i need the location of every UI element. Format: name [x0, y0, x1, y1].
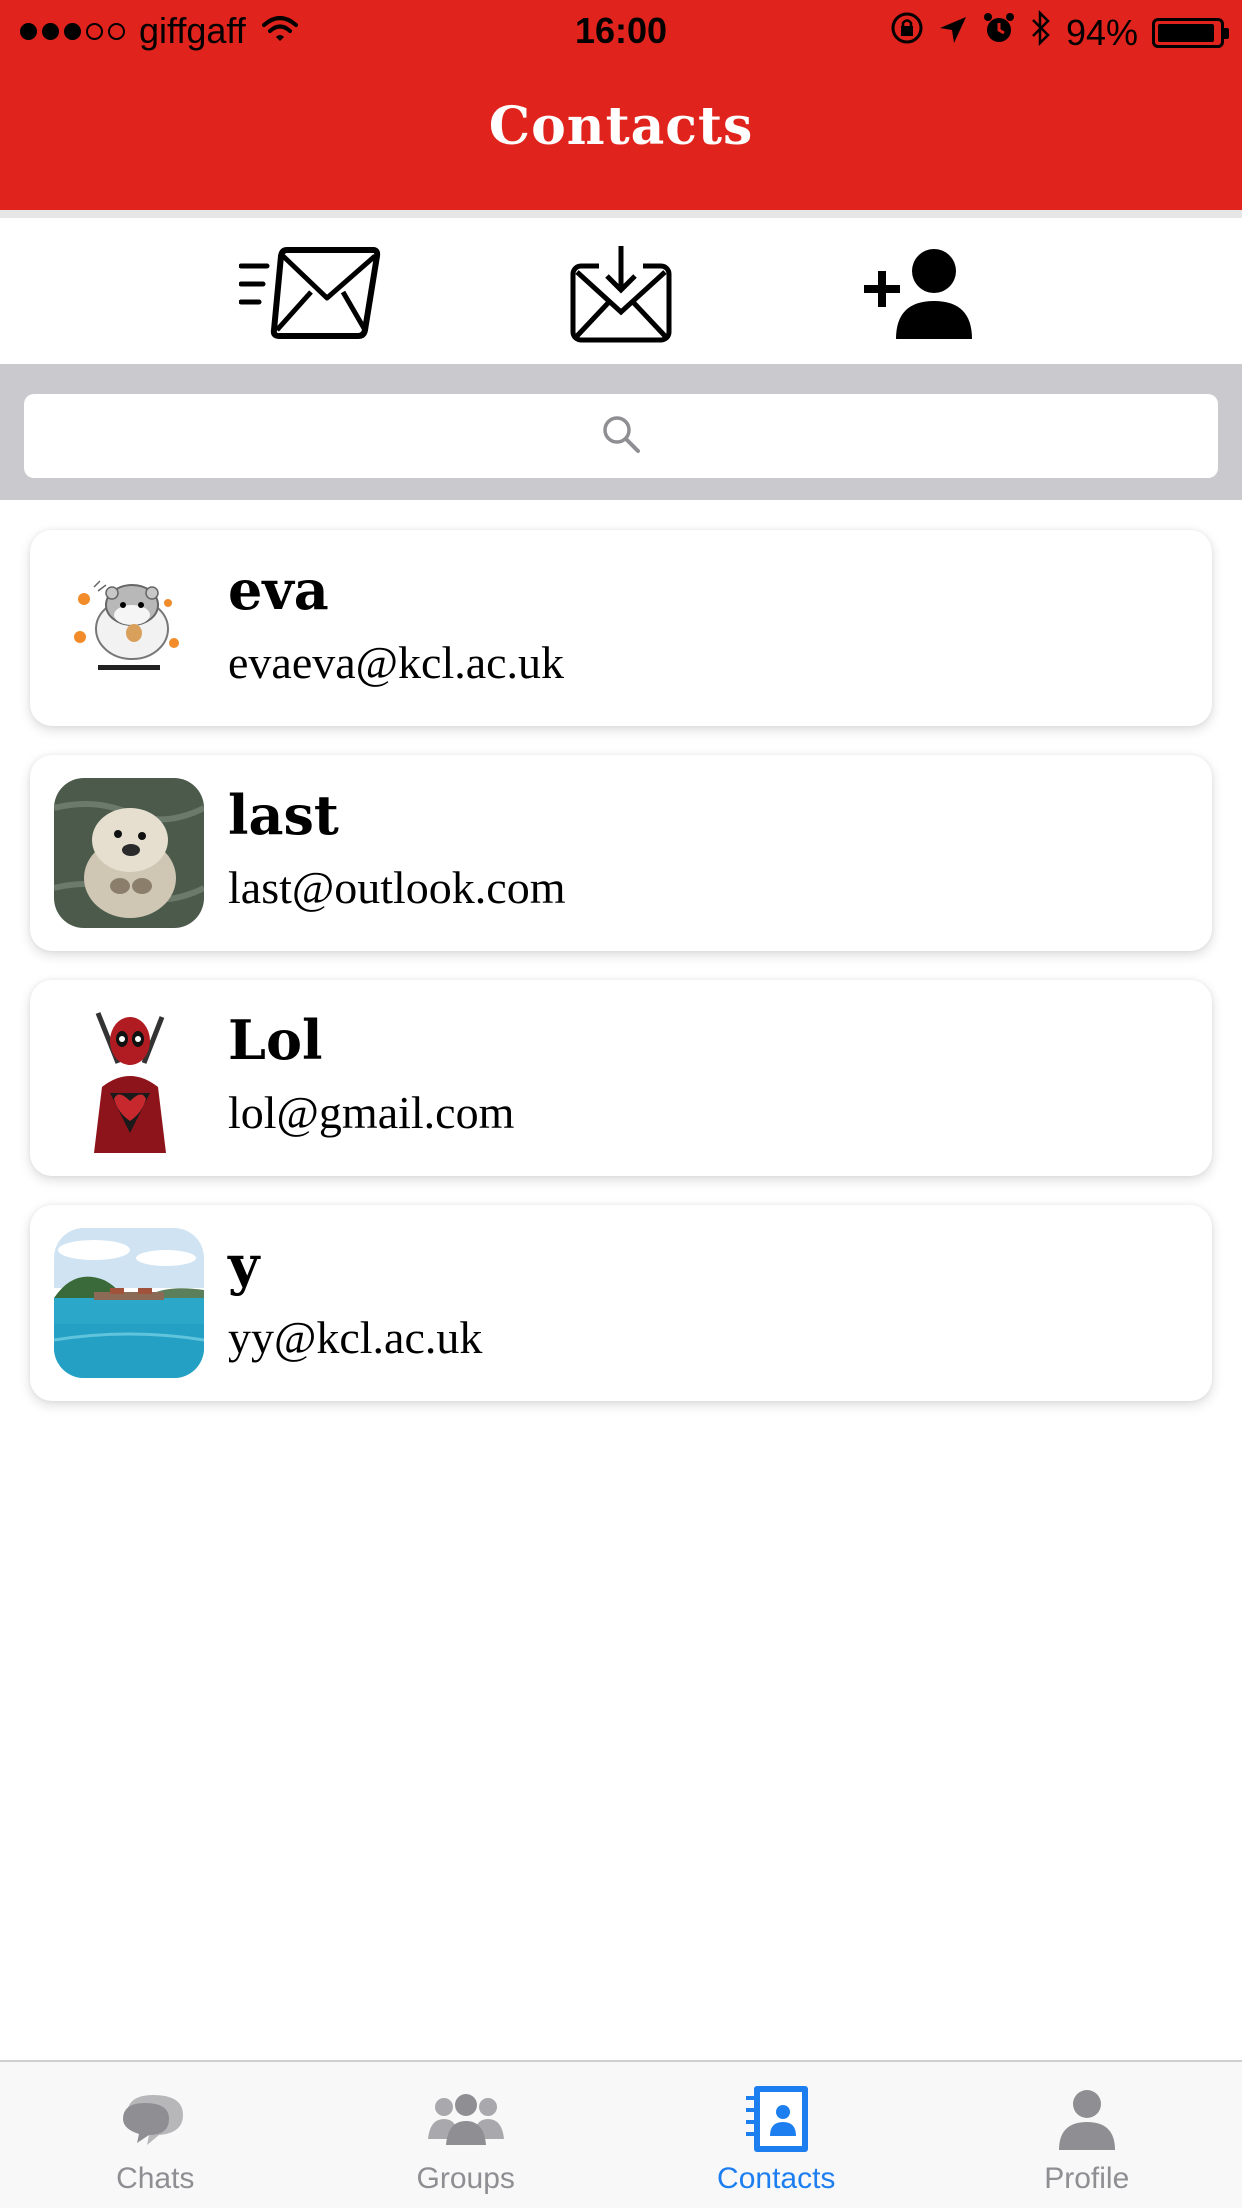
hamster-avatar: [54, 553, 204, 703]
tab-label: Profile: [1044, 2162, 1130, 2195]
status-right: 94%: [890, 9, 1229, 55]
tab-groups[interactable]: Groups: [311, 2062, 622, 2208]
alarm-clock-icon: [982, 11, 1016, 54]
tab-profile[interactable]: Profile: [932, 2062, 1242, 2208]
contact-email: lol@gmail.com: [228, 1087, 515, 1138]
tab-label: Groups: [416, 2162, 515, 2195]
tab-bar: Chats Groups Contacts Profile: [0, 2060, 1242, 2208]
inbox-download-button[interactable]: [546, 244, 696, 349]
send-mail-icon: [238, 246, 381, 347]
tab-chats[interactable]: Chats: [0, 2062, 311, 2208]
contact-card[interactable]: eva evaeva@kcl.ac.uk: [30, 530, 1212, 726]
status-bar: giffgaff 16:00 94%: [0, 0, 1242, 60]
bluetooth-icon: [1030, 9, 1052, 55]
contact-name: last: [228, 783, 339, 847]
search-input[interactable]: [24, 394, 1222, 480]
group-people-icon: [426, 2084, 506, 2154]
page-title: Contacts: [488, 96, 754, 157]
person-icon: [1055, 2084, 1119, 2154]
contacts-book-icon: [740, 2084, 812, 2154]
otter-avatar: [54, 778, 204, 928]
contact-name: Lol: [228, 1008, 323, 1072]
contact-card[interactable]: Lol lol@gmail.com: [30, 980, 1212, 1176]
search-field-container[interactable]: [24, 394, 1222, 480]
contact-name: y: [228, 1233, 260, 1297]
contact-email: evaeva@kcl.ac.uk: [228, 637, 565, 688]
add-contact-button[interactable]: [843, 246, 993, 346]
chat-bubbles-icon: [119, 2084, 191, 2154]
add-contact-icon: [862, 247, 974, 346]
contact-name: eva: [228, 558, 329, 622]
tab-label: Contacts: [717, 2162, 836, 2195]
lake-avatar: [54, 1228, 204, 1378]
location-arrow-icon: [938, 12, 968, 54]
contact-list: eva evaeva@kcl.ac.uk last last@outlook.c…: [30, 530, 1212, 1430]
contact-email: last@outlook.com: [228, 862, 566, 913]
tab-contacts[interactable]: Contacts: [621, 2062, 932, 2208]
contact-email: yy@kcl.ac.uk: [228, 1312, 483, 1363]
app-header: giffgaff 16:00 94% Contacts: [0, 0, 1242, 210]
battery-percent: 94%: [1065, 11, 1138, 53]
contact-card[interactable]: y yy@kcl.ac.uk: [30, 1205, 1212, 1401]
deadpool-avatar: [54, 1003, 204, 1153]
tab-label: Chats: [116, 2162, 195, 2195]
battery-fill: [1158, 23, 1215, 42]
header-divider: [0, 210, 1242, 218]
battery-icon: [1152, 17, 1229, 48]
orientation-lock-icon: [890, 11, 924, 54]
inbox-download-icon: [569, 244, 673, 349]
search-bar: [0, 364, 1242, 500]
action-toolbar: [0, 218, 1242, 364]
contact-card[interactable]: last last@outlook.com: [30, 755, 1212, 951]
send-mail-button[interactable]: [235, 246, 385, 346]
